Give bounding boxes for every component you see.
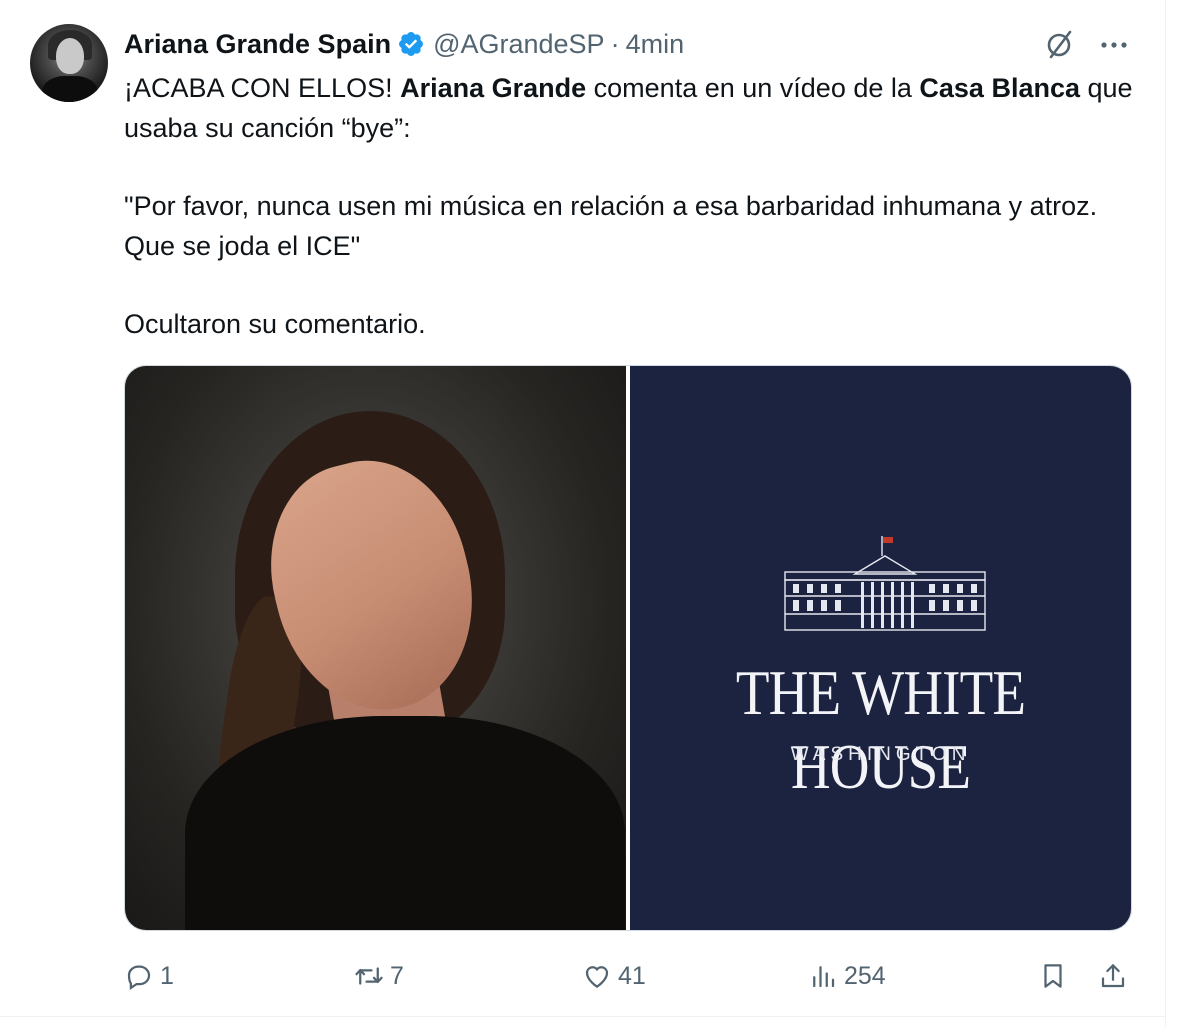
tweet-actions: 1 7 41 254: [124, 954, 1134, 998]
author-name[interactable]: Ariana Grande Spain: [124, 29, 391, 60]
retweet-button[interactable]: 7: [354, 954, 404, 998]
like-icon: [585, 966, 609, 988]
reply-count: 1: [160, 961, 174, 990]
avatar[interactable]: [30, 24, 108, 102]
tweet-text-paragraph-2: "Por favor, nunca usen mi música en rela…: [124, 191, 1098, 261]
text-bold-place: Casa Blanca: [919, 73, 1080, 103]
white-house-building-icon: [784, 536, 986, 631]
tweet-text-paragraph-3: Ocultaron su comentario.: [124, 309, 426, 339]
photo-portrait[interactable]: [125, 366, 626, 930]
verified-badge-icon[interactable]: [397, 30, 425, 58]
avatar-body: [42, 76, 98, 102]
tweet-header: Ariana Grande Spain @AGrandeSP · 4min: [124, 26, 684, 62]
author-handle[interactable]: @AGrandeSP: [433, 29, 605, 60]
share-icon: [1101, 964, 1125, 988]
tweet-text-paragraph-1: ¡ACABA CON ELLOS! Ariana Grande comenta …: [124, 68, 1134, 148]
reply-button[interactable]: 1: [124, 954, 174, 998]
tweet-time[interactable]: 4min: [626, 29, 685, 60]
views-count: 254: [844, 961, 886, 990]
like-count: 41: [618, 961, 646, 990]
portrait-body: [185, 716, 625, 930]
share-button[interactable]: [1098, 954, 1128, 998]
tweet-media[interactable]: THE WHITE HOUSE WASHINGTON: [124, 365, 1132, 931]
avatar-face: [56, 38, 84, 74]
text-segment: comenta en un vídeo de la: [586, 73, 920, 103]
separator-dot: ·: [610, 28, 620, 59]
text-bold-name: Ariana Grande: [400, 73, 587, 103]
reply-icon: [127, 965, 151, 990]
grok-icon[interactable]: [1042, 28, 1078, 60]
more-icon[interactable]: [1097, 28, 1131, 60]
tweet-divider: [0, 1016, 1166, 1017]
white-house-subtitle: WASHINGTON: [790, 744, 971, 765]
text-segment: ¡ACABA CON ELLOS!: [124, 73, 401, 103]
views-button[interactable]: 254: [808, 954, 886, 998]
like-button[interactable]: 41: [582, 954, 646, 998]
views-icon: [813, 966, 835, 988]
bookmark-icon: [1044, 964, 1062, 988]
bookmark-button[interactable]: [1038, 954, 1068, 998]
timeline-border: [1165, 0, 1166, 1027]
white-house-image[interactable]: THE WHITE HOUSE WASHINGTON: [630, 366, 1131, 930]
retweet-count: 7: [390, 961, 404, 990]
white-house-title: THE WHITE HOUSE: [735, 657, 1026, 802]
retweet-icon: [355, 967, 383, 985]
